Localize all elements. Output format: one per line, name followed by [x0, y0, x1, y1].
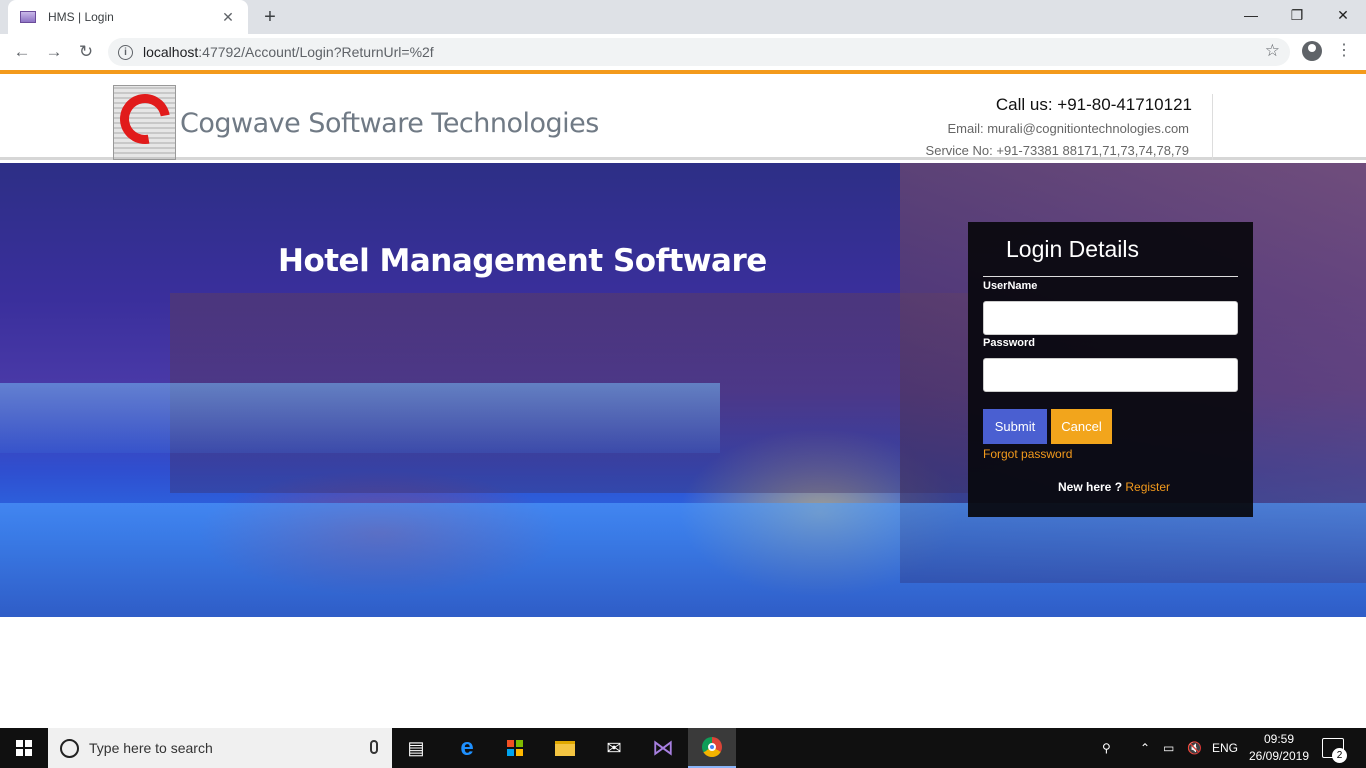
microphone-icon[interactable]: [370, 740, 378, 754]
notification-count-badge: 2: [1332, 748, 1347, 763]
windows-logo-icon: [16, 740, 32, 756]
company-logo[interactable]: [113, 85, 176, 160]
register-link[interactable]: Register: [1125, 480, 1170, 494]
taskbar-search-box[interactable]: Type here to search: [48, 728, 392, 768]
email-text: Email: murali@cognitiontechnologies.com: [947, 121, 1189, 136]
hotel-favicon-icon: [20, 11, 36, 23]
browser-tabstrip: HMS | Login ✕ + — ❐ ✕: [0, 0, 1366, 34]
password-label: Password: [983, 337, 1035, 349]
username-label: UserName: [983, 280, 1038, 292]
submit-button[interactable]: Submit: [983, 409, 1047, 444]
taskbar-clock[interactable]: 09:59 26/09/2019: [1246, 731, 1312, 765]
url-text[interactable]: localhost:47792/Account/Login?ReturnUrl=…: [143, 44, 434, 60]
register-line: New here ? Register: [1058, 480, 1170, 494]
hero-water-shape: [0, 503, 1366, 617]
start-button[interactable]: [0, 728, 48, 768]
call-us-text: Call us: +91-80-41710121: [995, 95, 1192, 114]
restore-button[interactable]: ❐: [1274, 0, 1320, 30]
tab-close-icon[interactable]: ✕: [220, 9, 236, 26]
cortana-icon: [60, 738, 79, 758]
hero-banner: Hotel Management Software Login Details …: [0, 163, 1366, 617]
clock-time: 09:59: [1263, 732, 1295, 746]
url-path: :47792/Account/Login?ReturnUrl=%2f: [198, 44, 434, 60]
edge-browser-icon[interactable]: e: [443, 728, 491, 768]
language-indicator[interactable]: ENG: [1212, 728, 1238, 768]
new-tab-button[interactable]: +: [258, 5, 282, 29]
volume-muted-icon[interactable]: 🔇: [1187, 728, 1202, 768]
task-view-icon[interactable]: ▤: [392, 728, 440, 768]
address-bar[interactable]: i localhost:47792/Account/Login?ReturnUr…: [108, 38, 1290, 66]
service-number-text: Service No: +91-73381 88171,71,73,74,78,…: [925, 143, 1189, 158]
bookmark-star-icon[interactable]: ☆: [1265, 41, 1280, 61]
hero-title: Hotel Management Software: [278, 243, 767, 279]
forgot-password-link[interactable]: Forgot password: [983, 447, 1072, 461]
header-divider: [1212, 94, 1213, 160]
close-window-button[interactable]: ✕: [1320, 0, 1366, 30]
logo-c-mark: [114, 86, 175, 154]
people-icon[interactable]: ⚲: [1102, 728, 1111, 768]
visual-studio-icon[interactable]: ⋈: [639, 728, 687, 768]
window-controls: — ❐ ✕: [1228, 0, 1366, 30]
password-input[interactable]: [983, 358, 1238, 392]
browser-menu-icon[interactable]: ⋮: [1336, 40, 1352, 60]
windows-taskbar: Type here to search ▤ e ✉ ⋈ ⚲ ⌃ ▭ 🔇 ENG …: [0, 728, 1366, 768]
profile-avatar-icon[interactable]: [1302, 41, 1322, 61]
username-input[interactable]: [983, 301, 1238, 335]
login-panel: Login Details UserName Password Submit C…: [968, 222, 1253, 517]
store-icon[interactable]: [491, 728, 539, 768]
url-host: localhost: [143, 44, 199, 60]
browser-tab[interactable]: HMS | Login ✕: [8, 0, 248, 34]
forward-arrow-icon[interactable]: →: [42, 40, 66, 64]
network-icon[interactable]: ▭: [1163, 728, 1174, 768]
new-here-text: New here ?: [1058, 480, 1126, 494]
mail-icon[interactable]: ✉: [590, 728, 638, 768]
site-header: Cogwave Software Technologies Call us: +…: [0, 74, 1366, 160]
back-arrow-icon[interactable]: ←: [10, 40, 34, 64]
reload-icon[interactable]: ↻: [74, 40, 98, 64]
company-name: Cogwave Software Technologies: [180, 108, 599, 139]
hero-pool-shape: [0, 383, 720, 453]
show-hidden-icons-icon[interactable]: ⌃: [1140, 728, 1150, 768]
file-explorer-icon[interactable]: [541, 728, 589, 768]
tab-title: HMS | Login: [48, 10, 114, 24]
clock-date: 26/09/2019: [1248, 749, 1310, 763]
cancel-button[interactable]: Cancel: [1051, 409, 1112, 444]
minimize-button[interactable]: —: [1228, 0, 1274, 30]
login-title: Login Details: [1006, 236, 1139, 262]
search-placeholder: Type here to search: [89, 740, 213, 756]
login-divider: [983, 276, 1238, 277]
chrome-icon[interactable]: [688, 728, 736, 768]
browser-toolbar: ← → ↻ i localhost:47792/Account/Login?Re…: [0, 34, 1366, 70]
info-icon[interactable]: i: [118, 44, 133, 60]
